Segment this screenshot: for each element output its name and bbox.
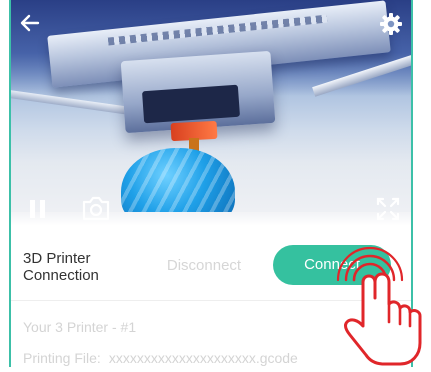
fullscreen-icon[interactable] (375, 196, 401, 222)
printing-file-value: xxxxxxxxxxxxxxxxxxxxx.gcode (108, 350, 298, 366)
disconnect-button[interactable]: Disconnect (159, 257, 249, 274)
printer-name: Your 3 Printer - #1 (23, 319, 137, 335)
gear-icon[interactable] (379, 12, 403, 36)
printer-carriage-fan (142, 84, 240, 124)
camera-icon[interactable] (81, 194, 111, 222)
printing-file: Printing File: xxxxxxxxxxxxxxxxxxxxx.gcod… (23, 350, 298, 366)
tap-hand-icon (332, 240, 431, 367)
panel-title: 3D Printer Connection (23, 250, 99, 284)
print-bed (11, 212, 411, 226)
printer-camera-feed[interactable] (11, 0, 411, 226)
printing-file-label: Printing File: (23, 350, 101, 366)
pause-icon[interactable] (27, 198, 49, 220)
back-arrow-icon[interactable] (19, 12, 41, 34)
